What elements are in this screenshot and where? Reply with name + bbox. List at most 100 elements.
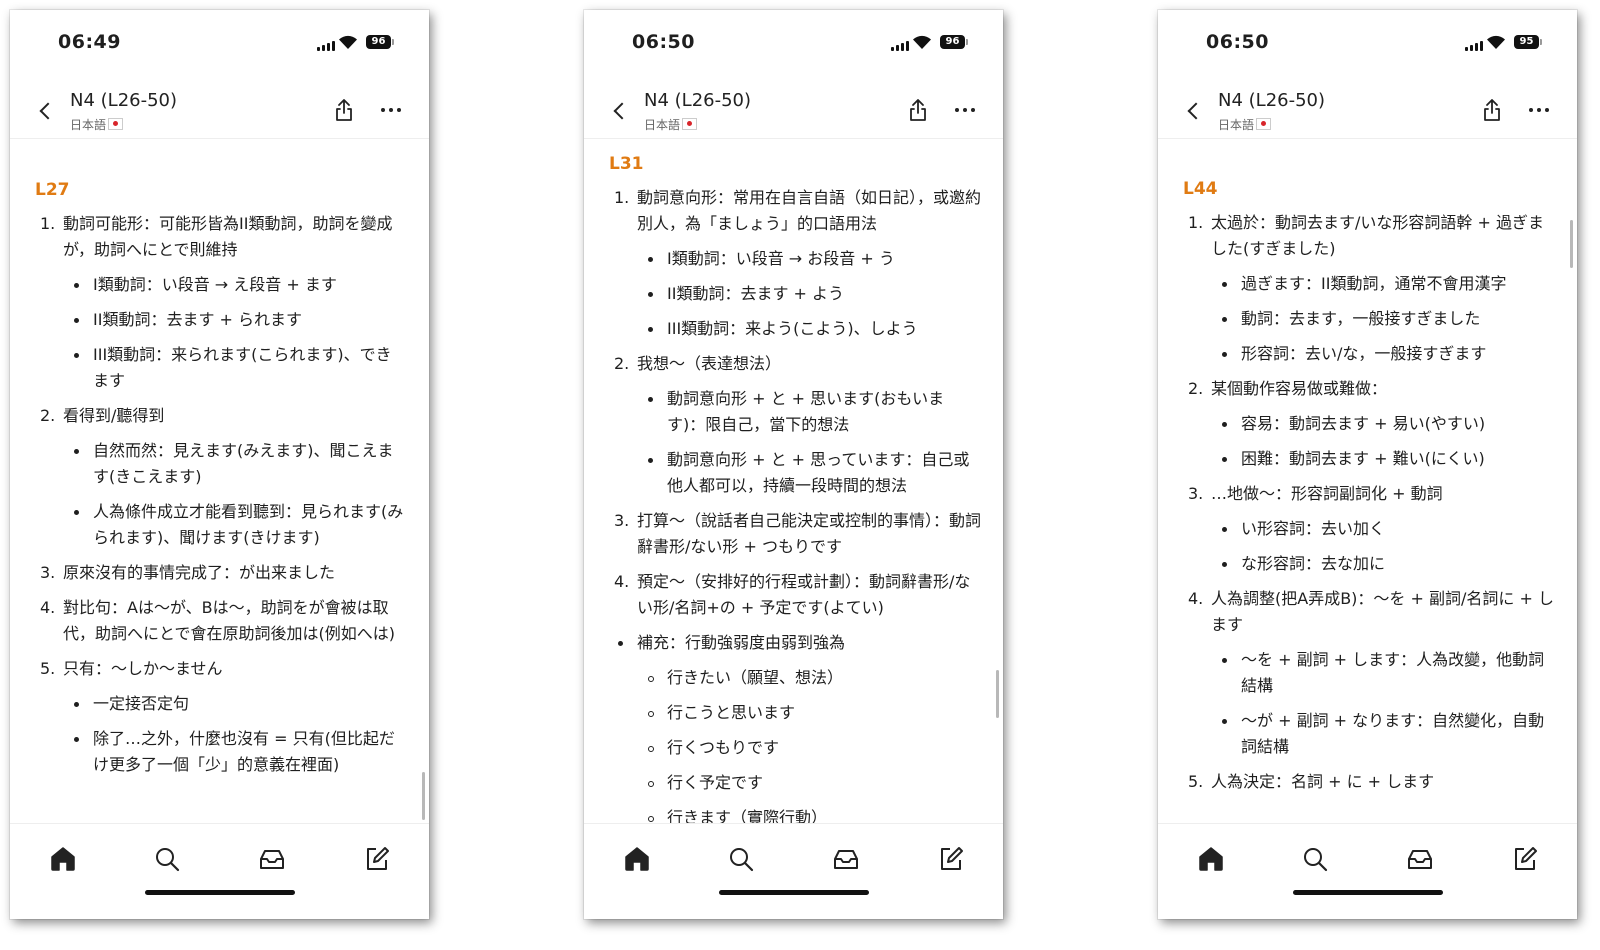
note-title: N4 (L26-50)	[644, 90, 752, 111]
sub-list-item: 自然而然：見えます(みえます)、聞こえます(きこえます)	[63, 438, 407, 490]
list-item: 3. 原來沒有的事情完成了：が出来ました	[35, 560, 407, 586]
list-number: 1.	[1188, 213, 1204, 232]
home-icon[interactable]	[622, 844, 652, 874]
lesson-heading: L44	[1183, 179, 1218, 199]
home-indicator	[719, 890, 869, 895]
home-icon[interactable]	[1196, 844, 1226, 874]
search-icon[interactable]	[152, 844, 182, 874]
more-icon[interactable]	[954, 108, 976, 114]
status-bar: 06:50 96	[584, 10, 1003, 70]
sub-list-item: 行きます（實際行動）	[637, 805, 981, 823]
list-number: 4.	[1188, 589, 1204, 608]
scroll-indicator[interactable]	[1570, 220, 1573, 268]
note-subtitle: 日本語	[70, 116, 124, 133]
list-number: 4.	[40, 598, 56, 617]
search-icon[interactable]	[1300, 844, 1330, 874]
note-body[interactable]: L27 1. 動詞可能形：可能形皆為II類動詞，助詞を變成が，助詞へにとで則維持 …	[10, 140, 429, 823]
list-item: 4. 預定～（安排好的行程或計劃）：動詞辭書形/ない形/名詞+の + 予定です(よ…	[609, 569, 981, 621]
sub-list-item: 動詞意向形 + と + 思います(おもいます)：限自己，當下的想法	[637, 386, 981, 438]
sub-list: I類動詞：い段音 → え段音 + ます II類動詞：去ます + られます III…	[63, 272, 407, 394]
note-subtitle-text: 日本語	[644, 118, 681, 132]
sub-list: 容易：動詞去ます + 易い(やすい) 困難：動詞去ます + 難い(にくい)	[1211, 411, 1555, 472]
phone-screen: 06:50 95 N4 (L26-50) 日本語 L44 1. 太過於：動詞去ます…	[1158, 10, 1577, 919]
share-icon[interactable]	[333, 98, 355, 122]
note-title: N4 (L26-50)	[1218, 90, 1326, 111]
compose-icon[interactable]	[362, 844, 392, 874]
compose-icon[interactable]	[1510, 844, 1540, 874]
list-item-text: 看得到/聽得到	[63, 406, 165, 425]
share-icon[interactable]	[907, 98, 929, 122]
japan-flag-icon	[682, 118, 698, 130]
share-icon[interactable]	[1481, 98, 1503, 122]
tab-bar	[584, 823, 1003, 919]
inbox-icon[interactable]	[831, 844, 861, 874]
wifi-icon	[913, 35, 931, 49]
back-icon[interactable]	[1183, 100, 1205, 122]
inbox-icon[interactable]	[1405, 844, 1435, 874]
back-icon[interactable]	[609, 100, 631, 122]
note-header: N4 (L26-50) 日本語	[1158, 78, 1577, 139]
sub-list-item: 動詞意向形 + と + 思っています：自己或他人都可以，持續一段時間的想法	[637, 447, 981, 499]
list-item-text: 原來沒有的事情完成了：が出来ました	[63, 563, 336, 582]
note-subtitle-text: 日本語	[70, 118, 107, 132]
note-list: 1. 動詞可能形：可能形皆為II類動詞，助詞を變成が，助詞へにとで則維持 I類動詞…	[35, 211, 407, 787]
list-number: 2.	[614, 354, 630, 373]
sub-list: い形容詞：去い加く な形容詞：去な加に	[1211, 516, 1555, 577]
list-item: 3. 打算～（說話者自己能決定或控制的事情）：動詞辭書形/ない形 + つもりです	[609, 508, 981, 560]
tab-bar	[1158, 823, 1577, 919]
list-item: 4. 人為調整(把A弄成B)：～を + 副詞/名詞に + します ～を + 副詞 …	[1183, 586, 1555, 760]
list-item-text: …地做～：形容詞副詞化 + 動詞	[1211, 484, 1443, 503]
battery-icon: 95	[1514, 35, 1542, 49]
sub-list-item: 一定接否定句	[63, 691, 407, 717]
list-item-text: 打算～（說話者自己能決定或控制的事情）：動詞辭書形/ない形 + つもりです	[637, 511, 982, 556]
back-icon[interactable]	[35, 100, 57, 122]
sub-list-item: 過ぎます：II類動詞，通常不會用漢字	[1211, 271, 1555, 297]
note-body[interactable]: L44 1. 太過於：動詞去ます/いな形容詞語幹 + 過ぎました(すぎました) 過…	[1158, 140, 1577, 823]
inbox-icon[interactable]	[257, 844, 287, 874]
compose-icon[interactable]	[936, 844, 966, 874]
note-subtitle: 日本語	[1218, 116, 1272, 133]
list-number: 5.	[40, 659, 56, 678]
list-item-text: 人為調整(把A弄成B)：～を + 副詞/名詞に + します	[1211, 589, 1554, 634]
list-item: 5. 人為決定：名詞 + に + します	[1183, 769, 1555, 795]
list-item: 2. 某個動作容易做或難做： 容易：動詞去ます + 易い(やすい) 困難：動詞去ま…	[1183, 376, 1555, 472]
search-icon[interactable]	[726, 844, 756, 874]
home-icon[interactable]	[48, 844, 78, 874]
list-item: 1. 動詞意向形：常用在自言自語（如日記），或邀約別人，為「ましょう」的口語用法 …	[609, 185, 981, 342]
sub-list-item: 行こうと思います	[637, 700, 981, 726]
list-item-text: 補充：行動強弱度由弱到強為	[637, 633, 846, 652]
list-item-text: 動詞意向形：常用在自言自語（如日記），或邀約別人，為「ましょう」的口語用法	[637, 188, 982, 233]
list-item: 4. 對比句：Aは～が、Bは～，助詞をが會被は取代，助詞へにとで會在原助詞後加は(…	[35, 595, 407, 647]
list-item: 1. 動詞可能形：可能形皆為II類動詞，助詞を變成が，助詞へにとで則維持 I類動詞…	[35, 211, 407, 394]
battery-icon: 96	[366, 35, 394, 49]
status-time: 06:49	[58, 31, 121, 53]
sub-list-item: I類動詞：い段音 → お段音 + う	[637, 246, 981, 272]
list-item: 5. 只有：～しか～ません 一定接否定句 除了…之外，什麼也沒有 = 只有(但比起…	[35, 656, 407, 778]
sub-list: 自然而然：見えます(みえます)、聞こえます(きこえます) 人為條件成立才能看到聽…	[63, 438, 407, 551]
list-item: 3. …地做～：形容詞副詞化 + 動詞 い形容詞：去い加く な形容詞：去な加に	[1183, 481, 1555, 577]
sub-list: 動詞意向形 + と + 思います(おもいます)：限自己，當下的想法 動詞意向形 …	[637, 386, 981, 499]
list-number: 3.	[1188, 484, 1204, 503]
note-subtitle-text: 日本語	[1218, 118, 1255, 132]
sub-list: I類動詞：い段音 → お段音 + う II類動詞：去ます + よう III類動詞…	[637, 246, 981, 342]
note-list: 1. 動詞意向形：常用在自言自語（如日記），或邀約別人，為「ましょう」的口語用法 …	[609, 185, 981, 823]
list-number: 1.	[614, 188, 630, 207]
list-item-text: 太過於：動詞去ます/いな形容詞語幹 + 過ぎました(すぎました)	[1211, 213, 1544, 258]
list-number: 1.	[40, 214, 56, 233]
scroll-indicator[interactable]	[422, 772, 425, 820]
phone-screen: 06:50 96 N4 (L26-50) 日本語 L31 1. 動詞意向形：常用在…	[584, 10, 1003, 919]
list-item-text: 預定～（安排好的行程或計劃）：動詞辭書形/ない形/名詞+の + 予定です(よてい…	[637, 572, 971, 617]
note-body[interactable]: L31 1. 動詞意向形：常用在自言自語（如日記），或邀約別人，為「ましょう」的口…	[584, 140, 1003, 823]
more-icon[interactable]	[380, 108, 402, 114]
sub-list-item: 人為條件成立才能看到聽到：見られます(みられます)、聞けます(きけます)	[63, 499, 407, 551]
list-item-text: 對比句：Aは～が、Bは～，助詞をが會被は取代，助詞へにとで會在原助詞後加は(例如…	[63, 598, 396, 643]
more-icon[interactable]	[1528, 108, 1550, 114]
sub-list: 行きたい（願望、想法） 行こうと思います 行くつもりです 行く予定です 行きます…	[637, 665, 981, 823]
sub-list-item: い形容詞：去い加く	[1211, 516, 1555, 542]
note-list: 1. 太過於：動詞去ます/いな形容詞語幹 + 過ぎました(すぎました) 過ぎます：…	[1183, 210, 1555, 804]
list-item: 2. 我想～（表達想法） 動詞意向形 + と + 思います(おもいます)：限自己，…	[609, 351, 981, 499]
scroll-indicator[interactable]	[996, 670, 999, 718]
sub-list-item: 容易：動詞去ます + 易い(やすい)	[1211, 411, 1555, 437]
sub-list-item: 行く予定です	[637, 770, 981, 796]
sub-list-item: 行くつもりです	[637, 735, 981, 761]
